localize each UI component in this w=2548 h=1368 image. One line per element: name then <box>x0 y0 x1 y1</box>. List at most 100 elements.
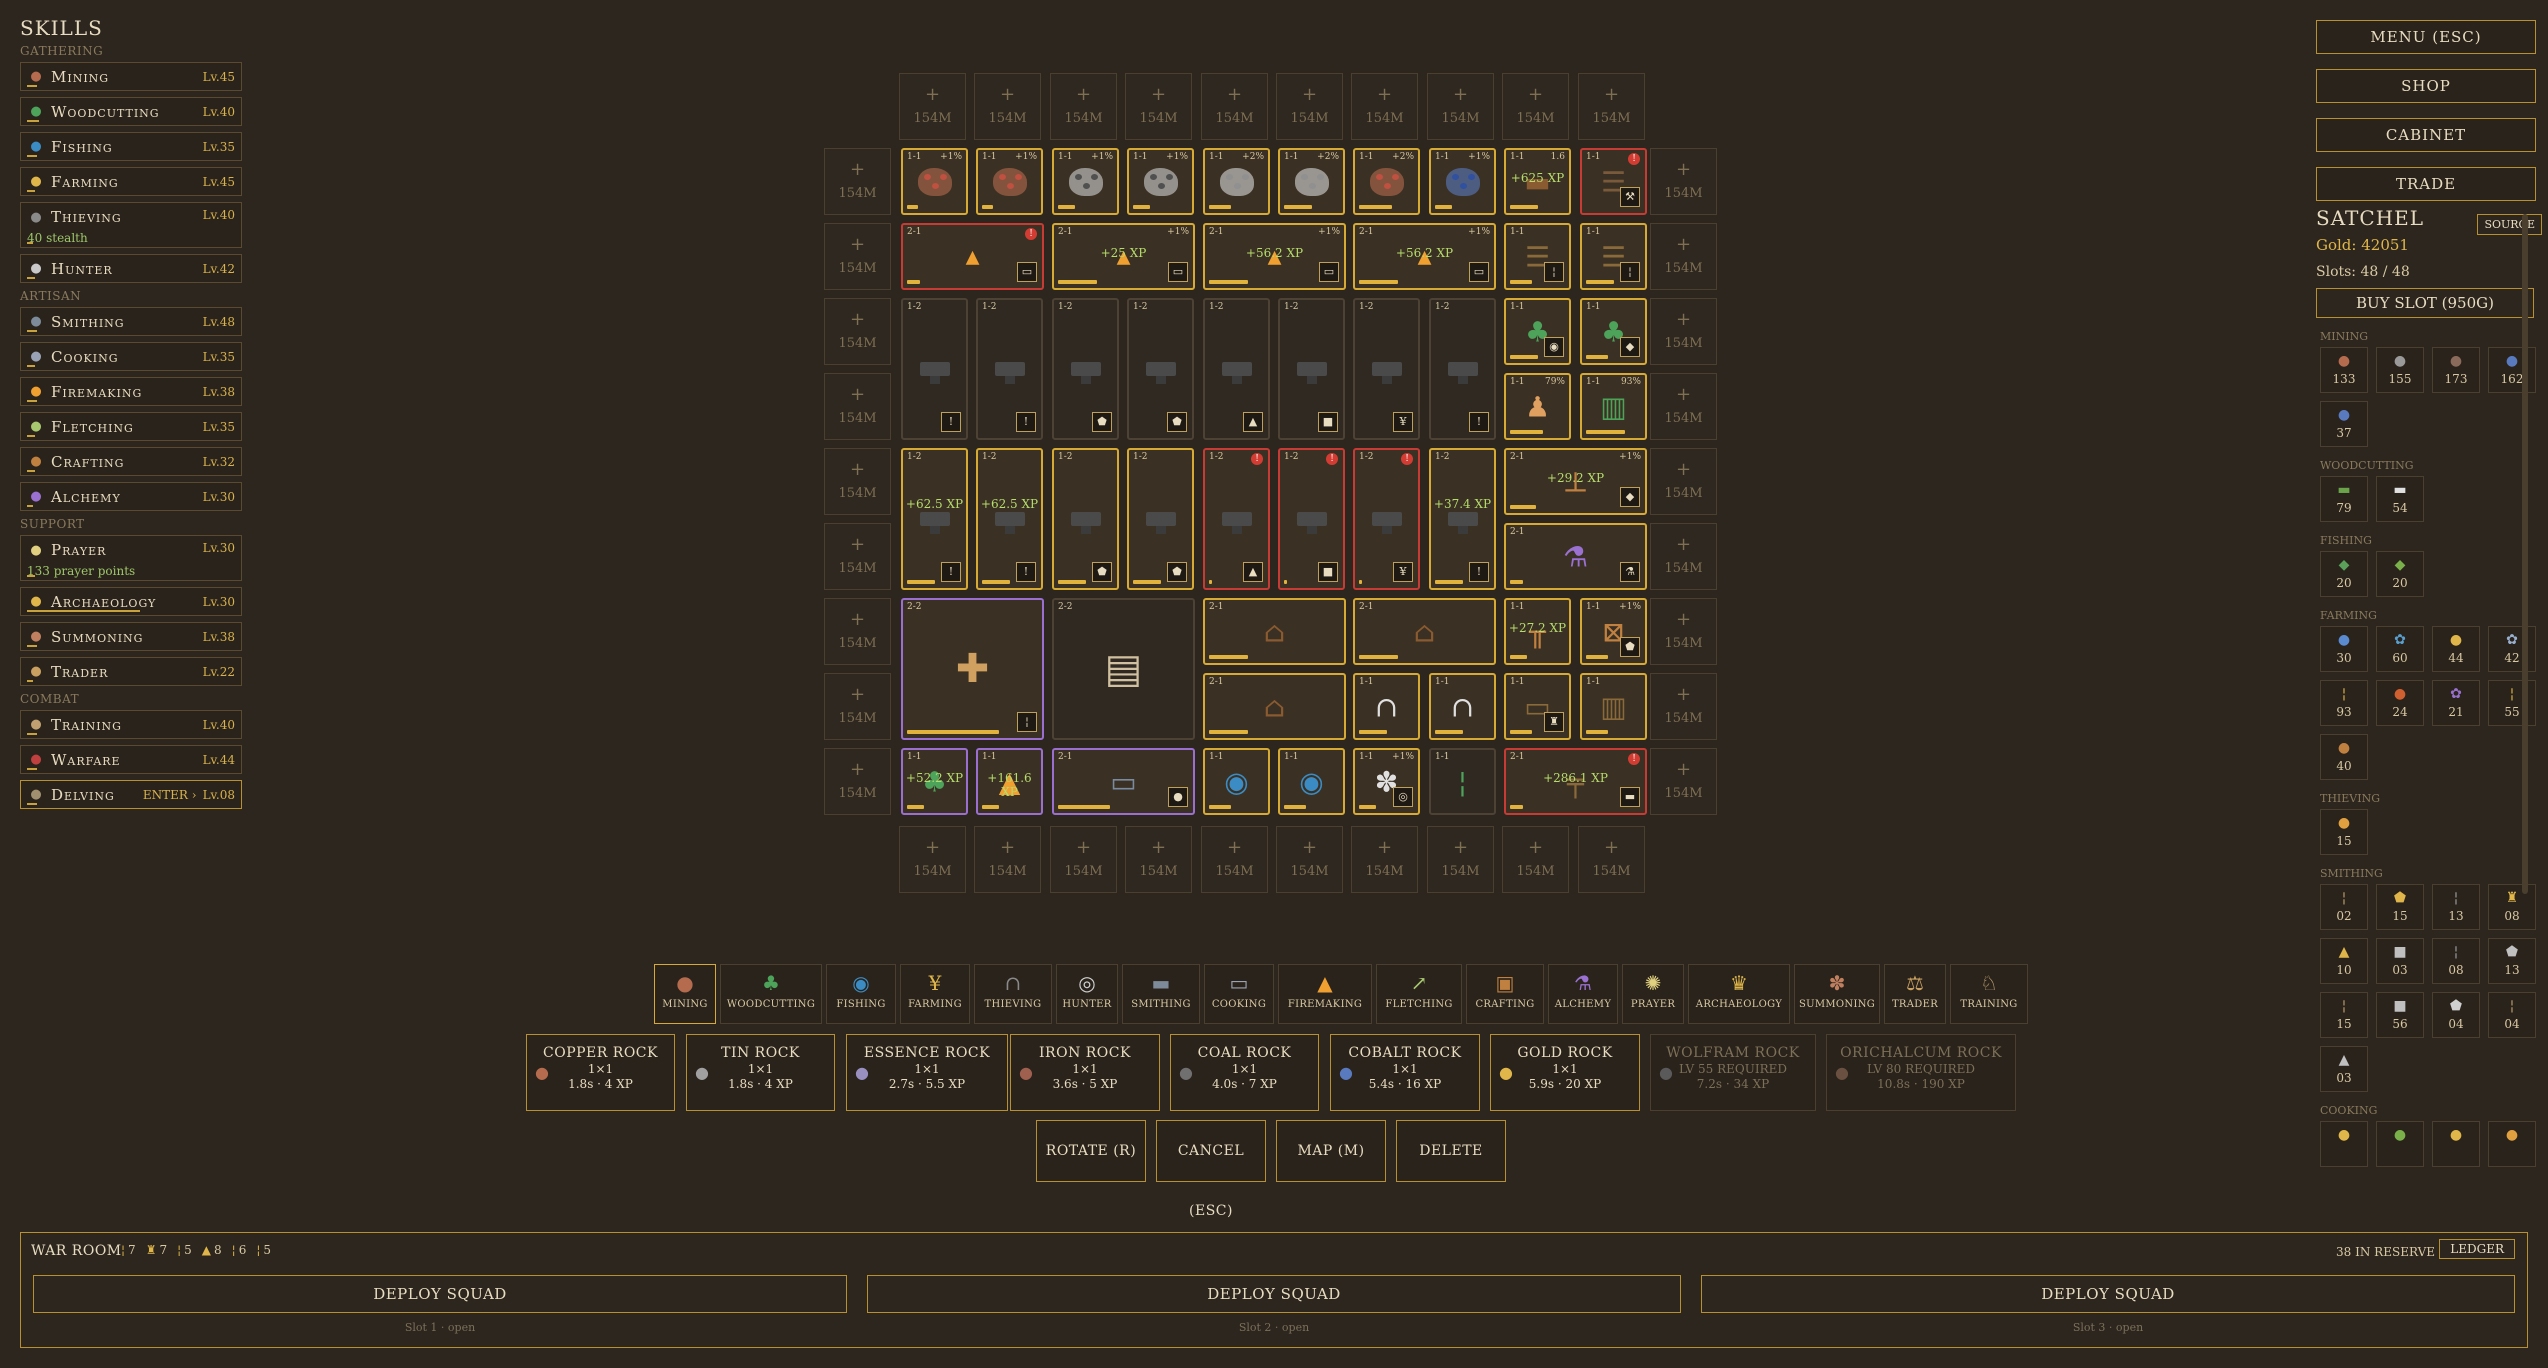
source-button[interactable]: SOURCE <box>2477 214 2542 235</box>
rock-tile[interactable]: 1-1 +1% <box>1052 148 1119 215</box>
skill-firemaking[interactable]: ● Firemaking Lv.38 <box>20 377 242 406</box>
shelf-tile[interactable]: 1-1 ☰ ¦ <box>1504 223 1571 290</box>
recipe-gold-rock[interactable]: ● GOLD ROCK 1×1 5.9s · 20 XP <box>1490 1034 1640 1111</box>
expand-slot[interactable]: +154M <box>824 373 891 440</box>
skill-archaeology[interactable]: ● Archaeology Lv.30 <box>20 587 242 616</box>
satchel-item[interactable]: ● 15 <box>2320 809 2368 855</box>
trade-button[interactable]: TRADE <box>2316 167 2536 201</box>
recipe-copper-rock[interactable]: ● COPPER ROCK 1×1 1.8s · 4 XP <box>526 1034 675 1111</box>
satchel-item[interactable]: ■ 56 <box>2376 992 2424 1038</box>
skill-delving[interactable]: ● Delving ENTER › Lv.08 <box>20 780 242 809</box>
house-tile[interactable]: 2-1 ⌂ <box>1203 598 1346 665</box>
skill-farming[interactable]: ● Farming Lv.45 <box>20 167 242 196</box>
rock-tile[interactable]: 1-1 +2% <box>1353 148 1420 215</box>
cabinet-button[interactable]: CABINET <box>2316 118 2536 152</box>
satchel-item[interactable]: ● 40 <box>2320 734 2368 780</box>
expand-slot[interactable]: +154M <box>824 673 891 740</box>
expand-slot[interactable]: +154M <box>1201 826 1268 893</box>
satchel-item[interactable]: ● 173 <box>2432 347 2480 393</box>
skill-hunter[interactable]: ● Hunter Lv.42 <box>20 254 242 283</box>
expand-slot[interactable]: +154M <box>1276 826 1343 893</box>
dome-tile[interactable]: 1-1 ∩ <box>1353 673 1420 740</box>
expand-slot[interactable]: +154M <box>1650 673 1717 740</box>
trap-tile[interactable]: 1-1 +1% ✽ ◎ <box>1353 748 1420 815</box>
anvil-tile[interactable]: 1-2 ⬟ <box>1127 298 1194 440</box>
expand-slot[interactable]: +154M <box>1050 73 1117 140</box>
expand-slot[interactable]: +154M <box>1050 826 1117 893</box>
skill-training[interactable]: ● Training Lv.40 <box>20 710 242 739</box>
tab-trader[interactable]: ⚖ TRADER <box>1884 964 1946 1024</box>
expand-slot[interactable]: +154M <box>824 448 891 515</box>
tab-firemaking[interactable]: ▲ FIREMAKING <box>1278 964 1372 1024</box>
expand-slot[interactable]: +154M <box>1351 73 1418 140</box>
satchel-item[interactable]: ▲ 10 <box>2320 938 2368 984</box>
anvil-tile[interactable]: 1-2! <box>976 298 1043 440</box>
expand-slot[interactable]: +154M <box>1502 73 1569 140</box>
rock-tile[interactable]: 1-1 +2% <box>1278 148 1345 215</box>
expand-slot[interactable]: +154M <box>1578 73 1645 140</box>
satchel-item[interactable]: ● 162 <box>2488 347 2536 393</box>
tab-summoning[interactable]: ✽ SUMMONING <box>1794 964 1880 1024</box>
satchel-item[interactable]: ¦ 93 <box>2320 680 2368 726</box>
deploy-squad-button[interactable]: DEPLOY SQUAD <box>33 1275 847 1313</box>
crate-tile[interactable]: 1-1 ▭ ♜ <box>1504 673 1571 740</box>
plant-tile[interactable]: 1-1 ♣ ◉ <box>1504 298 1571 365</box>
satchel-item[interactable]: ¦ 55 <box>2488 680 2536 726</box>
altar-tile[interactable]: 2-2 ✚ ¦ <box>901 598 1044 740</box>
recipe-cobalt-rock[interactable]: ● COBALT ROCK 1×1 5.4s · 16 XP <box>1330 1034 1480 1111</box>
satchel-item[interactable]: ● <box>2320 1121 2368 1167</box>
satchel-item[interactable]: ✿ 60 <box>2376 626 2424 672</box>
tab-woodcutting[interactable]: ♣ WOODCUTTING <box>720 964 822 1024</box>
anvil-tile[interactable]: 1-2 ■ <box>1278 298 1345 440</box>
rock-tile[interactable]: 1-1 +1% <box>1429 148 1496 215</box>
crate-tile[interactable]: 1-1 ▥ <box>1580 673 1647 740</box>
scroll-tile[interactable]: 2-2 ▤ <box>1052 598 1195 740</box>
merchant-tile[interactable]: 1-1 79% ♟ <box>1504 373 1571 440</box>
buy-slot-button[interactable]: BUY SLOT (950G) <box>2316 288 2534 318</box>
palm-tile[interactable]: 1-1 ♣ +52.2 XP <box>901 748 968 815</box>
anvil-tile[interactable]: 1-2! <box>901 298 968 440</box>
rotate-button[interactable]: ROTATE (R) <box>1036 1120 1146 1182</box>
tab-fishing[interactable]: ◉ FISHING <box>826 964 896 1024</box>
tab-mining[interactable]: ● MINING <box>654 964 716 1024</box>
tab-alchemy[interactable]: ⚗ ALCHEMY <box>1548 964 1618 1024</box>
satchel-item[interactable]: ● 133 <box>2320 347 2368 393</box>
shop-button[interactable]: SHOP <box>2316 69 2536 103</box>
tab-cooking[interactable]: ▭ COOKING <box>1204 964 1274 1024</box>
tab-training[interactable]: ♘ TRAINING <box>1950 964 2028 1024</box>
expand-slot[interactable]: +154M <box>1125 826 1192 893</box>
rock-tile[interactable]: 1-1 +1% <box>1127 148 1194 215</box>
skill-summoning[interactable]: ● Summoning Lv.38 <box>20 622 242 651</box>
expand-slot[interactable]: +154M <box>1650 223 1717 290</box>
campfire-tile[interactable]: 1-1 ▲ +161.6 XP <box>976 748 1043 815</box>
delete-button[interactable]: DELETE <box>1396 1120 1506 1182</box>
skill-trader[interactable]: ● Trader Lv.22 <box>20 657 242 686</box>
anvil-tile[interactable]: 1-2! ▲ <box>1203 448 1270 590</box>
satchel-item[interactable]: ¦ 08 <box>2432 938 2480 984</box>
rock-tile[interactable]: 1-1 +1% <box>976 148 1043 215</box>
deploy-squad-button[interactable]: DEPLOY SQUAD <box>1701 1275 2515 1313</box>
anvil-tile[interactable]: 1-2! +37.4 XP <box>1429 448 1496 590</box>
anvil-tile[interactable]: 1-2! ¥ <box>1353 448 1420 590</box>
satchel-item[interactable]: ▬ 54 <box>2376 476 2424 522</box>
satchel-item[interactable]: ● 30 <box>2320 626 2368 672</box>
menu-button[interactable]: MENU (ESC) <box>2316 20 2536 54</box>
expand-slot[interactable]: +154M <box>1276 73 1343 140</box>
expand-slot[interactable]: +154M <box>824 748 891 815</box>
dome-tile[interactable]: 1-1 ∩ <box>1429 673 1496 740</box>
anvil-tile[interactable]: 1-2 ⬟ <box>1127 448 1194 590</box>
skill-warfare[interactable]: ● Warfare Lv.44 <box>20 745 242 774</box>
satchel-item[interactable]: ♜ 08 <box>2488 884 2536 930</box>
satchel-item[interactable]: ⬟ 04 <box>2432 992 2480 1038</box>
skill-crafting[interactable]: ● Crafting Lv.32 <box>20 447 242 476</box>
expand-slot[interactable]: +154M <box>1650 298 1717 365</box>
alchemy-tile[interactable]: 2-1 ⚗ ⚗ <box>1504 523 1647 590</box>
expand-slot[interactable]: +154M <box>824 148 891 215</box>
tab-crafting[interactable]: ▣ CRAFTING <box>1466 964 1544 1024</box>
expand-slot[interactable]: +154M <box>1650 523 1717 590</box>
satchel-item[interactable]: ⬟ 15 <box>2376 884 2424 930</box>
satchel-item[interactable]: ▲ 03 <box>2320 1046 2368 1092</box>
deploy-squad-button[interactable]: DEPLOY SQUAD <box>867 1275 1681 1313</box>
chest-tile[interactable]: 1-1 1.6 ▬ +625 XP <box>1504 148 1571 215</box>
table-tile[interactable]: 1-1 ╥ +27.2 XP <box>1504 598 1571 665</box>
